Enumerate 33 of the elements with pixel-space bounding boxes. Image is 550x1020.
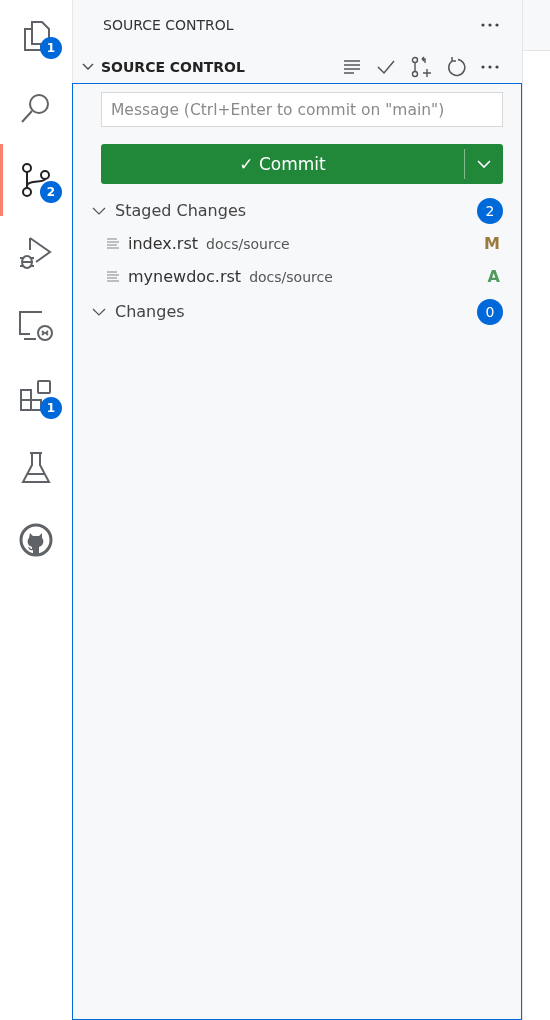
file-name: mynewdoc.rst [128,267,242,286]
file-path: docs/source [249,268,333,285]
notification-badge: 1 [40,397,62,419]
group-label: Changes [115,302,185,321]
commit-message-field[interactable]: Message (Ctrl+Enter to commit on "main") [101,92,503,127]
refresh-icon[interactable] [446,56,466,77]
more-actions-icon[interactable] [480,22,500,28]
extensions-icon [18,378,54,414]
github-icon [18,522,54,558]
more-actions-icon[interactable] [480,63,500,70]
activity-bar-item[interactable]: 2 [0,144,69,216]
pull-request-icon[interactable] [410,55,432,78]
commit-button[interactable]: ✓ Commit [101,144,503,184]
group-label: Staged Changes [115,201,247,220]
count-badge: 2 [477,197,503,224]
count-badge: 0 [477,298,503,325]
group-header[interactable]: Staged Changes 2 [91,194,503,227]
file-item[interactable]: mynewdoc.rst docs/source A [106,260,503,293]
file-item[interactable]: index.rst docs/source M [106,227,503,260]
status-letter: A [487,267,500,286]
status-letter: M [484,234,500,253]
group-header[interactable]: Changes 0 [91,295,503,328]
file-path: docs/source [206,235,290,252]
activity-bar-item[interactable]: 1 [0,360,69,432]
section-title: SOURCE CONTROL [101,58,245,75]
file-name: index.rst [128,234,199,253]
notification-badge: 1 [40,37,62,59]
activity-bar-item[interactable]: 1 [0,0,69,72]
run-debug-icon [18,234,54,270]
sidebar-title: SOURCE CONTROL [103,17,234,33]
notification-badge: 2 [40,181,62,203]
file-icon [106,236,120,251]
file-icon [106,269,120,284]
